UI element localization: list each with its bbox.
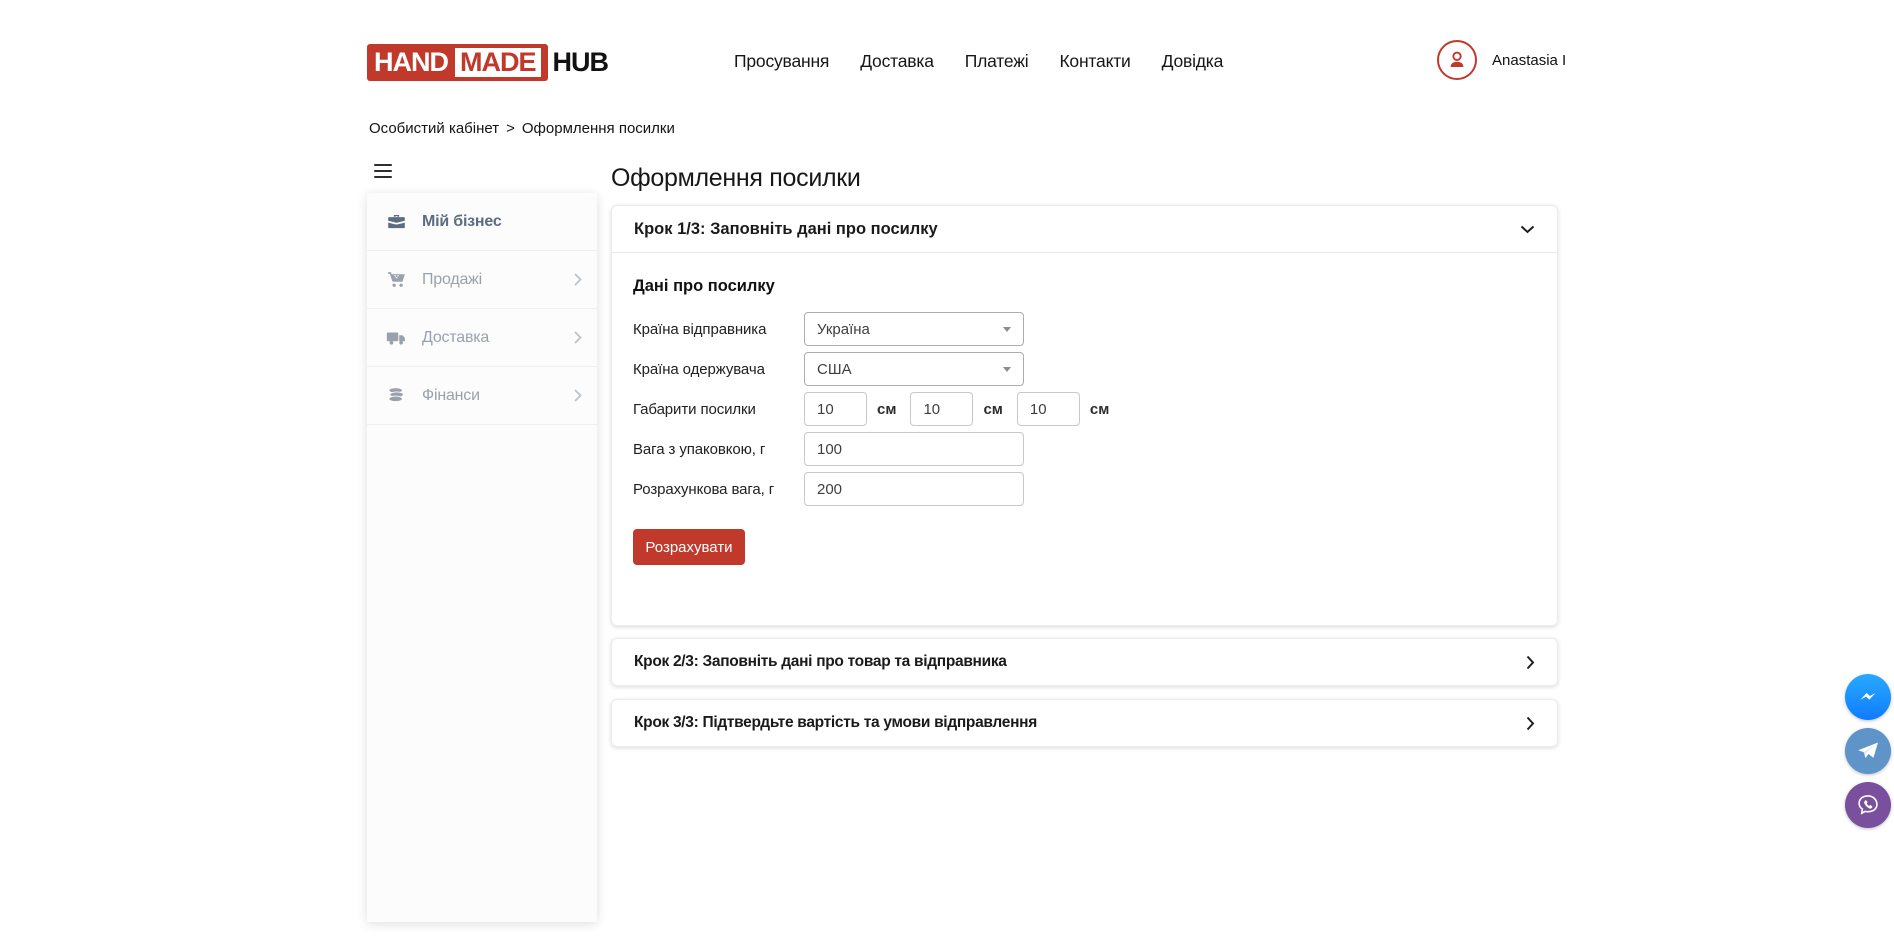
chevron-right-icon	[574, 389, 582, 402]
logo-made-box: MADE	[455, 48, 541, 77]
messenger-button[interactable]	[1845, 674, 1891, 720]
logo-text-hub: HUB	[553, 49, 609, 76]
weight-label: Вага з упаковкою, г	[633, 441, 804, 458]
chevron-right-icon	[1526, 716, 1535, 731]
unit-label: см	[1090, 401, 1109, 418]
sidebar-item-label: Доставка	[422, 329, 489, 347]
sender-country-label: Країна відправника	[633, 321, 804, 338]
logo[interactable]: HAND MADE HUB	[367, 44, 608, 81]
user-avatar-icon	[1437, 40, 1477, 80]
chevron-down-icon	[1520, 225, 1535, 234]
step1-title: Крок 1/3: Заповніть дані про посилку	[634, 220, 938, 239]
sidebar: Мій бізнес Продажі	[367, 193, 597, 922]
recipient-country-label: Країна одержувача	[633, 361, 804, 378]
unit-label: см	[983, 401, 1002, 418]
sender-country-value: Україна	[817, 321, 870, 338]
step2-title: Крок 2/3: Заповніть дані про товар та ві…	[634, 653, 1007, 671]
calculate-button[interactable]: Розрахувати	[633, 529, 745, 565]
sidebar-item-delivery[interactable]: Доставка	[367, 309, 597, 367]
form-section-title: Дані про посилку	[633, 277, 1535, 296]
sidebar-item-label: Продажі	[422, 271, 482, 289]
social-buttons	[1845, 674, 1891, 828]
coins-icon	[385, 385, 407, 407]
page-title: Оформлення посилки	[611, 164, 861, 193]
step3-title: Крок 3/3: Підтвердьте вартість та умови …	[634, 714, 1037, 732]
chevron-right-icon	[574, 273, 582, 286]
sidebar-item-label: Мій бізнес	[422, 213, 502, 231]
dimension-height-input[interactable]	[1017, 392, 1080, 426]
hamburger-icon[interactable]	[374, 164, 392, 178]
main-nav: Просування Доставка Платежі Контакти Дов…	[734, 51, 1223, 72]
viber-icon	[1855, 792, 1881, 818]
page: HAND MADE HUB Просування Доставка Платеж…	[0, 0, 1894, 938]
user-menu[interactable]: Anastasia I	[1437, 40, 1566, 80]
dimensions-row: Габарити посилки см см см	[633, 392, 1535, 426]
sidebar-item-label: Фінанси	[422, 387, 480, 405]
sender-country-row: Країна відправника Україна	[633, 312, 1535, 346]
step2-accordion-header[interactable]: Крок 2/3: Заповніть дані про товар та ві…	[611, 638, 1558, 686]
breadcrumb: Особистий кабінет > Оформлення посилки	[369, 120, 675, 137]
weight-input[interactable]	[804, 432, 1024, 466]
breadcrumb-current: Оформлення посилки	[522, 120, 675, 137]
step1-accordion-header[interactable]: Крок 1/3: Заповніть дані про посилку	[612, 206, 1557, 253]
unit-label: см	[877, 401, 896, 418]
logo-text-made: MADE	[460, 47, 536, 77]
nav-item-payments[interactable]: Платежі	[965, 51, 1029, 72]
nav-item-delivery[interactable]: Доставка	[860, 51, 934, 72]
logo-text-hand: HAND	[374, 49, 448, 76]
dimension-width-input[interactable]	[910, 392, 973, 426]
recipient-country-value: США	[817, 361, 852, 378]
dimension-length-input[interactable]	[804, 392, 867, 426]
breadcrumb-link-cabinet[interactable]: Особистий кабінет	[369, 120, 499, 137]
calculated-weight-input[interactable]	[804, 472, 1024, 506]
briefcase-icon	[385, 211, 407, 233]
telegram-icon	[1855, 738, 1881, 764]
step3-accordion-header[interactable]: Крок 3/3: Підтвердьте вартість та умови …	[611, 699, 1558, 747]
telegram-button[interactable]	[1845, 728, 1891, 774]
dimensions-label: Габарити посилки	[633, 401, 804, 418]
chevron-right-icon	[1526, 655, 1535, 670]
nav-item-help[interactable]: Довідка	[1162, 51, 1224, 72]
select-caret-icon	[1003, 327, 1011, 332]
step1-card: Крок 1/3: Заповніть дані про посилку Дан…	[611, 205, 1558, 626]
user-name: Anastasia I	[1492, 52, 1566, 69]
truck-icon	[385, 327, 407, 349]
recipient-country-select[interactable]: США	[804, 352, 1024, 386]
messenger-icon	[1856, 685, 1880, 709]
calculated-weight-label: Розрахункова вага, г	[633, 481, 804, 498]
calculated-weight-row: Розрахункова вага, г	[633, 472, 1535, 506]
recipient-country-row: Країна одержувача США	[633, 352, 1535, 386]
nav-item-contacts[interactable]: Контакти	[1059, 51, 1130, 72]
select-caret-icon	[1003, 367, 1011, 372]
sidebar-item-finance[interactable]: Фінанси	[367, 367, 597, 425]
sidebar-item-my-business[interactable]: Мій бізнес	[367, 193, 597, 251]
step1-body: Дані про посилку Країна відправника Укра…	[612, 253, 1557, 565]
sidebar-item-sales[interactable]: Продажі	[367, 251, 597, 309]
breadcrumb-separator: >	[506, 120, 515, 137]
cart-icon	[385, 269, 407, 291]
nav-item-promotion[interactable]: Просування	[734, 51, 829, 72]
weight-row: Вага з упаковкою, г	[633, 432, 1535, 466]
chevron-right-icon	[574, 331, 582, 344]
logo-red-box: HAND MADE	[367, 44, 548, 81]
viber-button[interactable]	[1845, 782, 1891, 828]
sender-country-select[interactable]: Україна	[804, 312, 1024, 346]
